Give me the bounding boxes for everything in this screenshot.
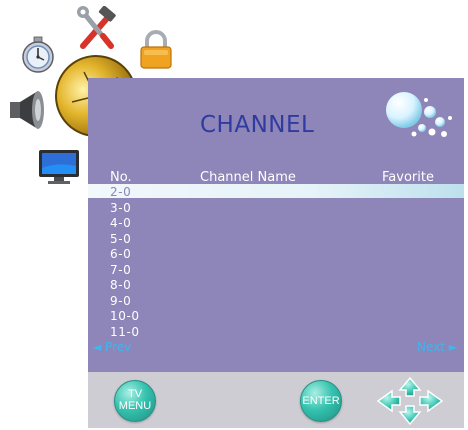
tv-menu-label-line2: MENU	[118, 400, 152, 412]
selection-highlight	[88, 184, 464, 198]
next-page-link[interactable]: Next ►	[417, 340, 458, 354]
bubbles-icon	[384, 88, 456, 152]
tv-menu-label-line1: TV	[127, 388, 143, 400]
tv-menu-button[interactable]: TV MENU	[114, 380, 156, 422]
channel-row[interactable]: 2-0	[110, 185, 140, 201]
channel-row[interactable]: 4-0	[110, 216, 140, 232]
column-header-number: No.	[110, 170, 132, 185]
channel-row[interactable]: 10-0	[110, 309, 140, 325]
arrow-keys-icon[interactable]	[374, 376, 446, 430]
channel-row[interactable]: 9-0	[110, 294, 140, 310]
bottom-bar: TV MENU ENTER	[88, 372, 464, 428]
channel-list: 2-0 3-0 4-0 5-0 6-0 7-0 8-0 9-0 10-0 11-…	[110, 185, 140, 340]
table-header: No. Channel Name Favorite	[88, 170, 464, 185]
tools-icon[interactable]	[75, 5, 117, 54]
channel-row[interactable]: 8-0	[110, 278, 140, 294]
column-header-name: Channel Name	[200, 170, 296, 185]
channel-row[interactable]: 5-0	[110, 232, 140, 248]
enter-button[interactable]: ENTER	[300, 380, 342, 422]
channel-row[interactable]: 3-0	[110, 201, 140, 217]
monitor-icon[interactable]	[38, 148, 80, 190]
prev-page-link[interactable]: ◄ Prev	[92, 340, 131, 354]
panel-title: CHANNEL	[200, 112, 315, 138]
channel-row[interactable]: 6-0	[110, 247, 140, 263]
column-header-favorite: Favorite	[382, 170, 434, 185]
channel-row[interactable]: 11-0	[110, 325, 140, 341]
channel-row[interactable]: 7-0	[110, 263, 140, 279]
speaker-icon[interactable]	[6, 88, 48, 136]
channel-panel: CHANNEL No. Channel Name Favorite 2-0 3-…	[88, 78, 464, 372]
